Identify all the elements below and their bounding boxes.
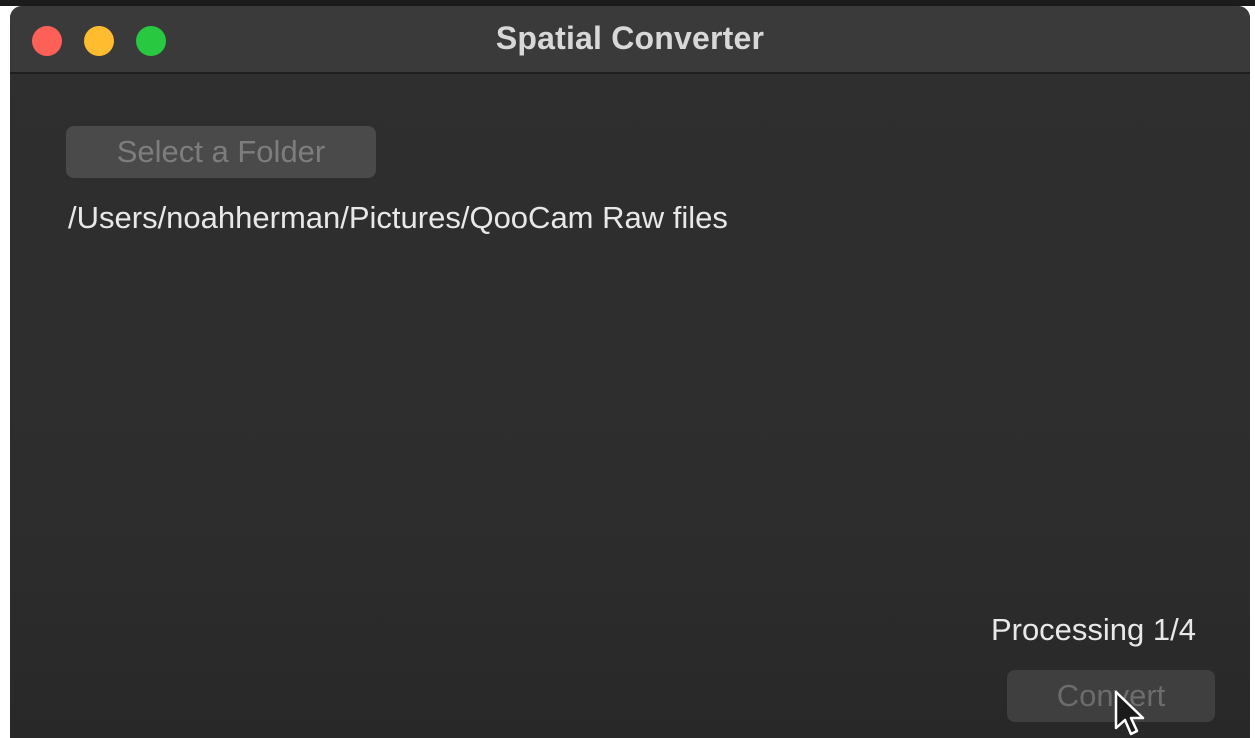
window-title: Spatial Converter	[495, 20, 765, 56]
app-window: Spatial Converter Select a Folder /Users…	[10, 6, 1250, 738]
selected-folder-path: /Users/noahherman/Pictures/QooCam Raw fi…	[68, 200, 728, 235]
processing-status: Processing 1/4	[990, 612, 1196, 647]
title-bar[interactable]: Spatial Converter	[10, 6, 1250, 74]
convert-button[interactable]: Convert	[1007, 670, 1215, 722]
select-folder-button[interactable]: Select a Folder	[66, 126, 376, 178]
mouse-pointer-icon	[1114, 690, 1145, 736]
